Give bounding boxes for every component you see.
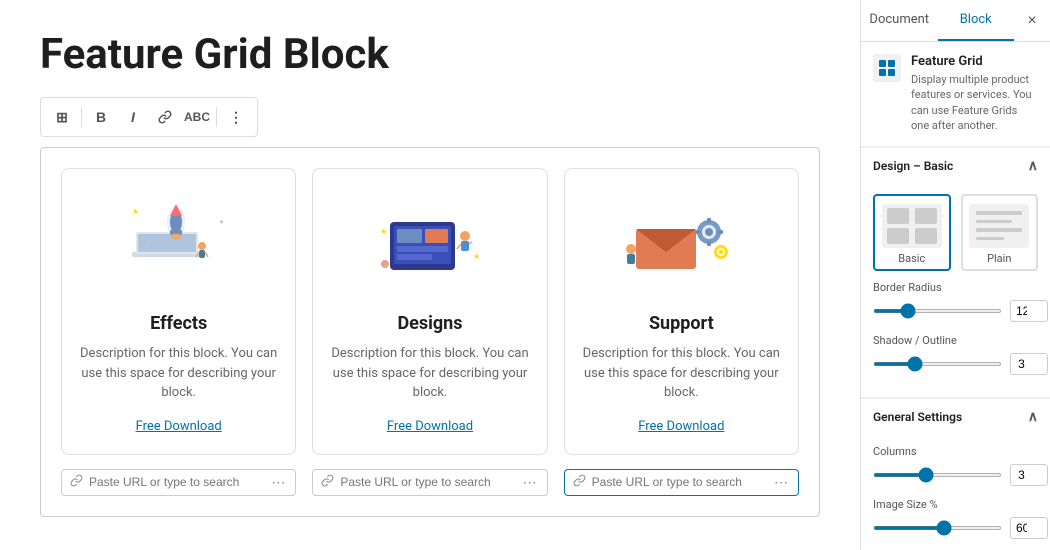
feature-card-support-image <box>581 189 782 299</box>
image-size-row: Image Size % <box>873 498 1038 539</box>
design-option-plain-label: Plain <box>987 252 1011 265</box>
block-name: Feature Grid <box>911 54 1038 69</box>
columns-label: Columns <box>873 445 1038 458</box>
feature-card-designs-title: Designs <box>329 313 530 334</box>
feature-card-effects-title: Effects <box>78 313 279 334</box>
sidebar-close-btn[interactable]: × <box>1014 0 1050 41</box>
url-input-support-field[interactable] <box>592 475 766 489</box>
toolbar-abc-btn[interactable]: ABC <box>182 102 212 132</box>
url-input-effects: ⋯ <box>61 469 296 496</box>
shadow-outline-control <box>873 353 1038 375</box>
feature-card-effects: ★ ✦ • Effects Description for this block… <box>61 168 296 455</box>
feature-card-support-title: Support <box>581 313 782 334</box>
shadow-outline-label: Shadow / Outline <box>873 334 1038 347</box>
svg-text:✦: ✦ <box>219 219 224 226</box>
block-info: Feature Grid Display multiple product fe… <box>861 42 1050 147</box>
editor-area: Feature Grid Block ⊞ B I ABC ⋮ <box>0 0 860 550</box>
link-icon-support <box>573 474 586 491</box>
feature-card-effects-link[interactable]: Free Download <box>136 419 222 434</box>
image-size-control <box>873 517 1038 539</box>
border-radius-input[interactable] <box>1010 300 1048 322</box>
section-design-label: Design – Basic <box>873 159 953 173</box>
svg-text:★: ★ <box>473 252 480 261</box>
feature-card-designs-desc: Description for this block. You can use … <box>329 344 530 403</box>
section-general-header[interactable]: General Settings ∧ <box>861 398 1050 435</box>
sidebar: Document Block × Feature Grid Display mu… <box>860 0 1050 550</box>
toolbar-grid-btn[interactable]: ⊞ <box>47 102 77 132</box>
block-icon <box>873 54 901 82</box>
url-input-designs: ⋯ <box>312 469 547 496</box>
url-input-support: ⋯ <box>564 469 799 496</box>
block-desc: Display multiple product features or ser… <box>911 72 1038 134</box>
toolbar-italic-btn[interactable]: I <box>118 102 148 132</box>
url-options-support-btn[interactable]: ⋯ <box>772 474 790 491</box>
page-title: Feature Grid Block <box>40 30 820 79</box>
tab-document[interactable]: Document <box>861 0 938 41</box>
design-option-basic-preview <box>882 204 942 248</box>
shadow-outline-slider[interactable] <box>873 362 1002 366</box>
shadow-outline-row: Shadow / Outline <box>873 334 1038 375</box>
section-general-chevron: ∧ <box>1028 409 1038 425</box>
toolbar-link-btn[interactable] <box>150 102 180 132</box>
feature-card-support-link[interactable]: Free Download <box>638 419 724 434</box>
feature-card-support: Support Description for this block. You … <box>564 168 799 455</box>
link-icon-effects <box>70 474 83 491</box>
feature-card-support-desc: Description for this block. You can use … <box>581 344 782 403</box>
svg-text:★: ★ <box>380 227 387 236</box>
border-radius-slider[interactable] <box>873 309 1002 313</box>
url-options-designs-btn[interactable]: ⋯ <box>521 474 539 491</box>
feature-card-designs: ★ ★ Designs Description for this block. … <box>312 168 547 455</box>
design-option-plain[interactable]: Plain <box>961 194 1039 271</box>
image-size-label: Image Size % <box>873 498 1038 511</box>
design-option-basic-label: Basic <box>898 252 925 265</box>
section-design-chevron: ∧ <box>1028 158 1038 174</box>
toolbar-divider-1 <box>81 107 82 127</box>
columns-slider[interactable] <box>873 473 1002 477</box>
image-size-slider[interactable] <box>873 526 1002 530</box>
design-option-basic[interactable]: Basic <box>873 194 951 271</box>
toolbar-bold-btn[interactable]: B <box>86 102 116 132</box>
columns-input[interactable] <box>1010 464 1048 486</box>
block-toolbar: ⊞ B I ABC ⋮ <box>40 97 258 137</box>
svg-text:★: ★ <box>132 207 139 216</box>
image-size-input[interactable] <box>1010 517 1048 539</box>
url-input-effects-field[interactable] <box>89 475 263 489</box>
border-radius-label: Border Radius <box>873 281 1038 294</box>
section-general-content: Columns Image Size % <box>861 435 1050 550</box>
feature-grid-block: ★ ✦ • Effects Description for this block… <box>40 147 820 517</box>
section-general-label: General Settings <box>873 410 962 424</box>
toolbar-divider-2 <box>216 107 217 127</box>
section-design-content: Basic Plain Border Radius <box>861 184 1050 398</box>
columns-control <box>873 464 1038 486</box>
url-options-effects-btn[interactable]: ⋯ <box>269 474 287 491</box>
shadow-outline-input[interactable] <box>1010 353 1048 375</box>
border-radius-row: Border Radius <box>873 281 1038 322</box>
link-icon-designs <box>321 474 334 491</box>
feature-card-designs-image: ★ ★ <box>329 189 530 299</box>
toolbar-more-btn[interactable]: ⋮ <box>221 102 251 132</box>
sidebar-tabs: Document Block × <box>861 0 1050 42</box>
tab-block[interactable]: Block <box>938 0 1015 41</box>
url-inputs-row: ⋯ ⋯ ⋯ <box>61 469 799 496</box>
feature-card-designs-link[interactable]: Free Download <box>387 419 473 434</box>
feature-card-effects-desc: Description for this block. You can use … <box>78 344 279 403</box>
columns-row: Columns <box>873 445 1038 486</box>
feature-card-effects-image: ★ ✦ • <box>78 189 279 299</box>
design-option-plain-preview <box>969 204 1029 248</box>
section-design-header[interactable]: Design – Basic ∧ <box>861 147 1050 184</box>
url-input-designs-field[interactable] <box>340 475 514 489</box>
feature-grid: ★ ✦ • Effects Description for this block… <box>61 168 799 455</box>
block-info-text: Feature Grid Display multiple product fe… <box>911 54 1038 134</box>
border-radius-control <box>873 300 1038 322</box>
design-options: Basic Plain <box>873 194 1038 271</box>
